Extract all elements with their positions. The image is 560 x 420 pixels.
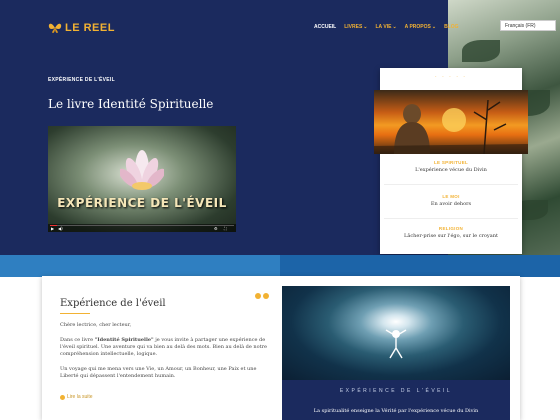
nav-item-livres[interactable]: LIVRES ⌄ — [344, 24, 367, 30]
settings-icon[interactable]: ⚙ — [214, 226, 218, 231]
volume-icon[interactable]: ◀) — [58, 226, 63, 231]
panel-title: EXPÉRIENCE DE L'ÉVEIL — [339, 388, 453, 394]
side-section-religion: RELIGION Lâcher-prise sur l'égo, sur le … — [404, 226, 498, 239]
article-paragraph-2: Un voyage qui me mena vers une Vie, un A… — [60, 366, 257, 379]
hero-kicker: EXPÉRIENCE DE L'ÉVEIL — [48, 77, 115, 83]
arrow-right-icon — [60, 394, 65, 400]
article-paragraph-1: Dans ce livre "Identité Spirituelle" je … — [60, 337, 267, 357]
chevron-down-icon: ⌄ — [392, 24, 397, 30]
blue-band-dark — [280, 255, 560, 277]
side-card: · · · · · LE SPIRITUEL L'expérience vécu… — [374, 68, 528, 254]
video-title-overlay: EXPÉRIENCE DE L'ÉVEIL — [57, 196, 227, 210]
nav-item-blog[interactable]: BLOG — [444, 24, 458, 30]
nav-item-accueil[interactable]: ACCUEIL — [314, 24, 336, 30]
side-section-spirituel: LE SPIRITUEL L'expérience vécue du Divin — [415, 160, 487, 173]
article-heading: Expérience de l'éveil — [60, 298, 166, 309]
main-nav: ACCUEIL LIVRES ⌄ LA VIE ⌄ A PROPOS ⌄ BLOG — [314, 24, 459, 30]
play-icon[interactable]: ▶ — [51, 226, 54, 231]
nav-item-a-propos[interactable]: A PROPOS ⌄ — [405, 24, 436, 30]
fullscreen-icon[interactable]: ⛶ — [224, 226, 227, 231]
page-title: Le livre Identité Spirituelle — [48, 97, 214, 111]
chevron-down-icon: ⌄ — [431, 24, 437, 30]
brand-name: LE REEL — [65, 22, 115, 34]
side-section-moi: LE MOI En avoir dehors — [430, 194, 472, 207]
light-tunnel-image — [282, 286, 510, 380]
side-card-header: · · · · · — [435, 74, 467, 80]
language-selector[interactable]: Français (FR) — [500, 20, 556, 31]
site-logo[interactable]: LE REEL — [48, 22, 115, 34]
panel-caption: La spiritualité enseigne la Vérité par l… — [313, 408, 479, 414]
article-text: Expérience de l'éveil Chère lectrice, ch… — [60, 298, 270, 380]
video-player[interactable]: EXPÉRIENCE DE L'ÉVEIL ▶ ◀) ⚙ ⛶ — [48, 126, 236, 232]
butterfly-logo-icon — [48, 23, 62, 33]
chevron-down-icon: ⌄ — [363, 24, 368, 30]
video-progress-bar[interactable] — [50, 225, 234, 226]
article-greeting: Chère lectrice, cher lecteur, — [60, 322, 132, 328]
read-more-link[interactable]: Lire la suite — [60, 394, 93, 400]
awakening-panel: EXPÉRIENCE DE L'ÉVEIL La spiritualité en… — [282, 286, 510, 420]
nav-item-la-vie[interactable]: LA VIE ⌄ — [376, 24, 397, 30]
buddha-sunset-image — [374, 90, 528, 154]
lotus-image — [120, 150, 164, 190]
hero-section: LE REEL ACCUEIL LIVRES ⌄ LA VIE ⌄ A PROPOS… — [0, 0, 560, 255]
book-title-link[interactable]: "Identité Spirituelle" — [95, 337, 154, 343]
video-controls: ▶ ◀) ⚙ ⛶ — [48, 224, 236, 232]
